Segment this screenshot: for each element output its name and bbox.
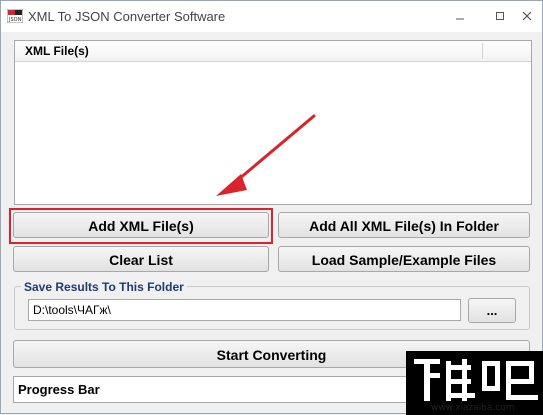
column-header-xml-files[interactable]: XML File(s) bbox=[25, 44, 89, 58]
window-title: XML To JSON Converter Software bbox=[28, 9, 226, 24]
annotation-arrow-icon bbox=[216, 114, 316, 196]
add-all-in-folder-button[interactable]: Add All XML File(s) In Folder bbox=[278, 212, 530, 238]
column-divider[interactable] bbox=[482, 43, 483, 59]
watermark-site: www.xiazaiba.com bbox=[431, 403, 515, 413]
progress-label: Progress Bar bbox=[18, 382, 100, 397]
title-bar[interactable]: JSON XML To JSON Converter Software bbox=[1, 1, 542, 32]
close-button[interactable] bbox=[516, 5, 538, 27]
maximize-button[interactable] bbox=[489, 5, 511, 27]
browse-folder-button[interactable]: ... bbox=[468, 298, 516, 323]
minimize-icon bbox=[456, 18, 464, 20]
save-results-label: Save Results To This Folder bbox=[21, 280, 187, 294]
clear-list-button[interactable]: Clear List bbox=[13, 246, 269, 272]
app-window: JSON XML To JSON Converter Software XML … bbox=[0, 0, 543, 415]
list-header: XML File(s) bbox=[15, 41, 531, 62]
load-sample-files-button[interactable]: Load Sample/Example Files bbox=[278, 246, 530, 272]
maximize-icon bbox=[496, 12, 504, 20]
close-icon bbox=[522, 11, 532, 21]
highlight-box bbox=[9, 208, 273, 244]
app-icon: JSON bbox=[7, 9, 23, 23]
minimize-button[interactable] bbox=[449, 5, 471, 27]
output-folder-field[interactable]: D:\tools\ЧАГж\ bbox=[28, 299, 461, 321]
svg-text:JSON: JSON bbox=[8, 17, 22, 23]
